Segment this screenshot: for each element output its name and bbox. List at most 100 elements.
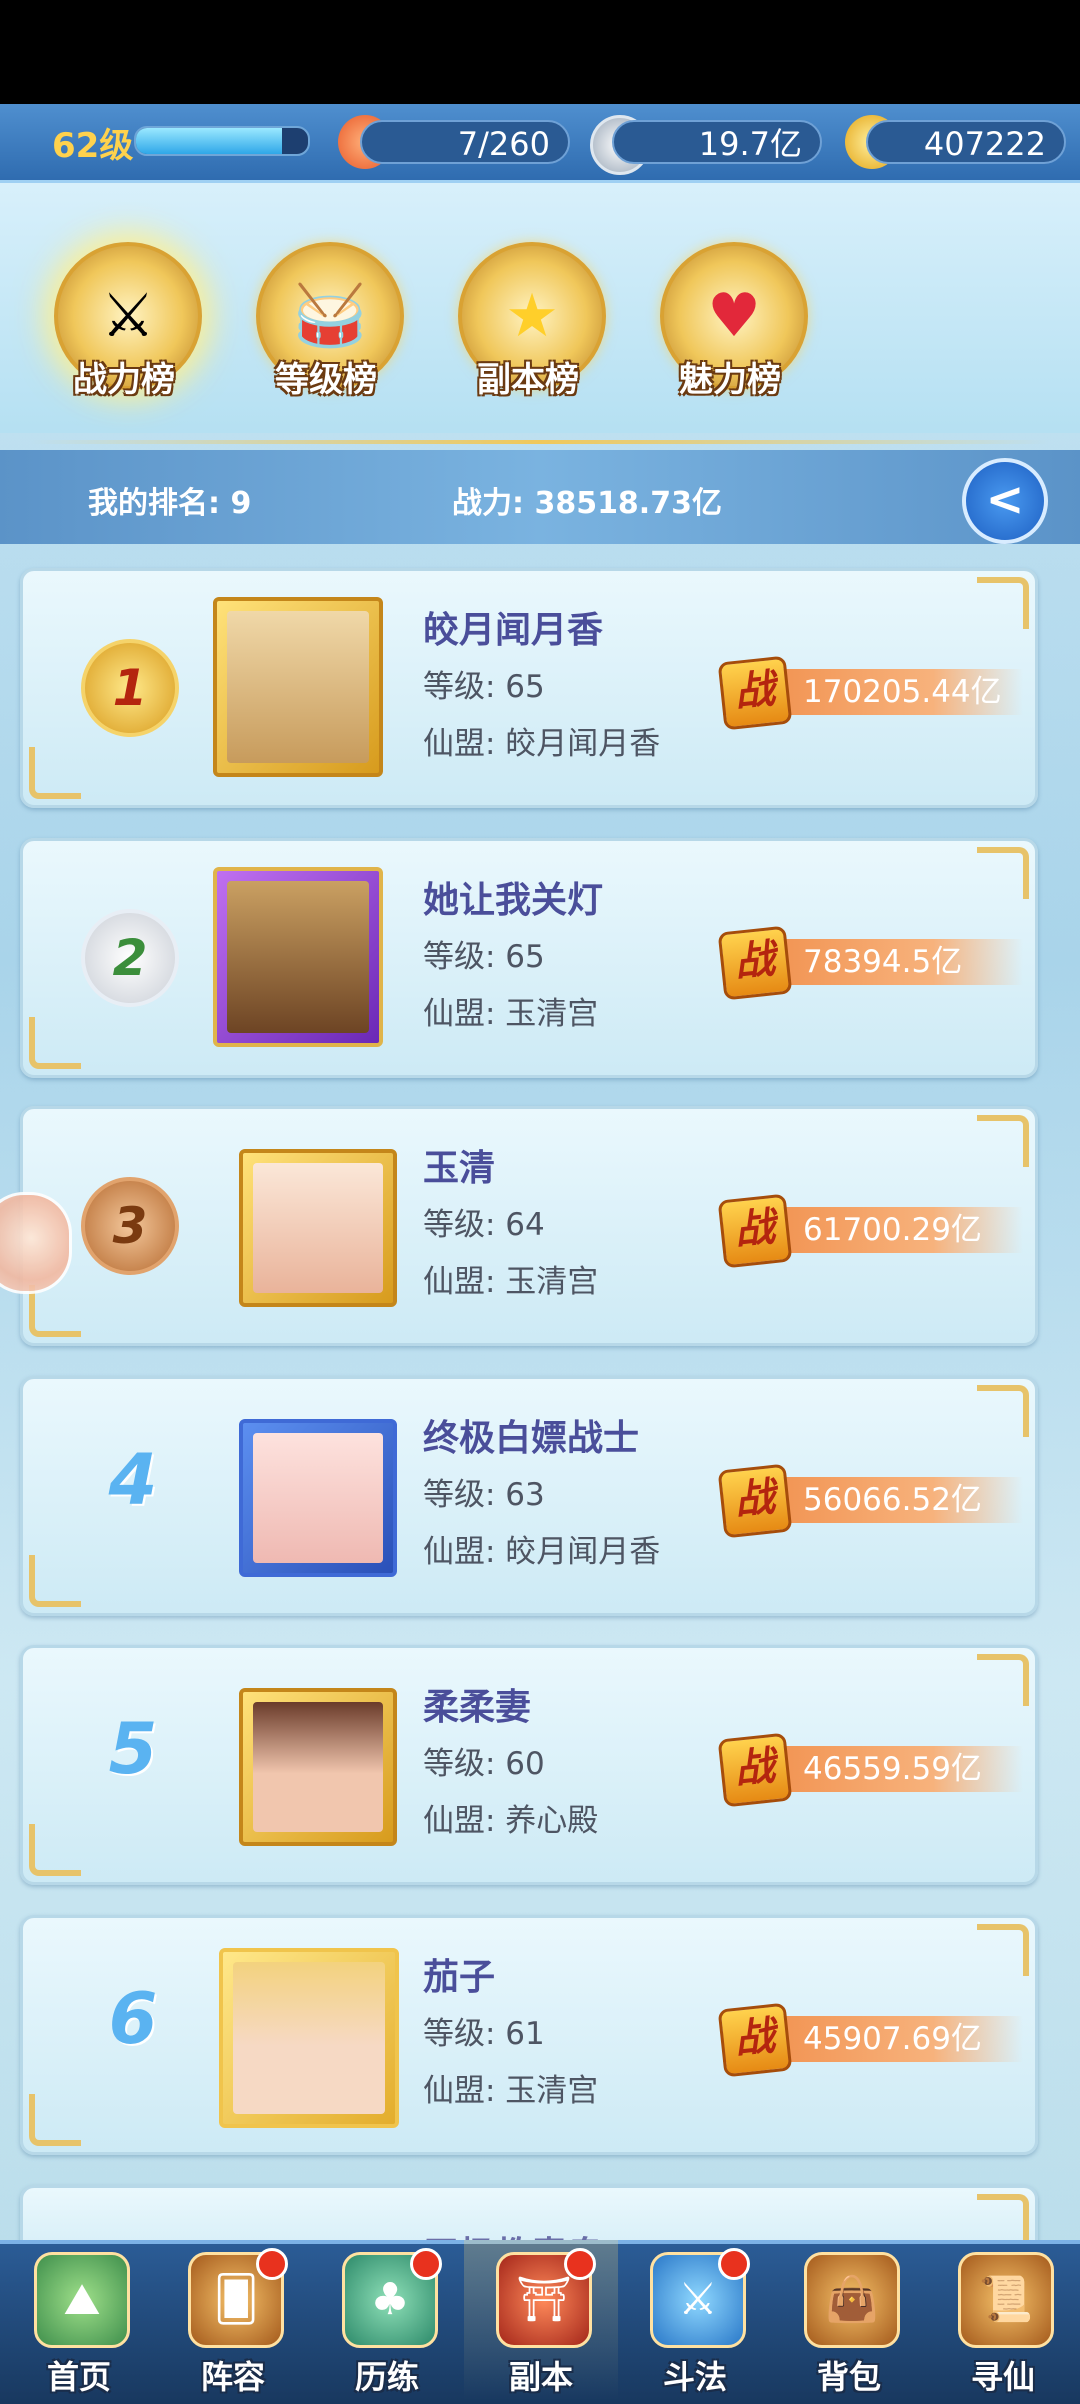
battle-badge-icon: 战 (717, 1193, 793, 1269)
avatar-portrait (253, 1433, 383, 1563)
tab-label: 战力榜 (73, 360, 175, 400)
notification-dot (718, 2248, 750, 2280)
avatar[interactable] (239, 1419, 397, 1577)
corner-ornament (977, 577, 1029, 629)
nav-home[interactable]: ⛰ 首页 (2, 2240, 156, 2400)
player-name: 柔柔妻 (423, 1687, 532, 1728)
mountain-home-icon: ⛰ (34, 2252, 130, 2348)
rank-medal-gold-icon: 1 (81, 639, 179, 737)
nav-duel[interactable]: ⚔ 斗法 (618, 2240, 772, 2400)
ranking-row[interactable]: 1 皎月闻月香 等级: 65 仙盟: 皎月闻月香 170205.44亿 战 (20, 568, 1038, 808)
gold-value[interactable]: 407222 (866, 120, 1066, 164)
avatar-portrait (233, 1962, 385, 2114)
avatar-portrait (253, 1702, 383, 1832)
ranking-row[interactable]: 4 终极白嫖战士 等级: 63 仙盟: 皎月闻月香 56066.52亿 战 (20, 1376, 1038, 1616)
back-button[interactable]: < (962, 458, 1048, 544)
nav-label: 寻仙 (970, 2358, 1035, 2396)
xp-bar-fill (136, 128, 283, 154)
player-level: 等级: 61 (423, 2016, 545, 2052)
avatar-portrait (227, 611, 369, 763)
player-level: 等级: 65 (423, 669, 545, 705)
notification-dot (256, 2248, 288, 2280)
nav-dungeon[interactable]: ⛩ 副本 (464, 2240, 618, 2400)
xp-bar (134, 126, 310, 156)
ranking-row[interactable]: 5 柔柔妻 等级: 60 仙盟: 养心殿 46559.59亿 战 (20, 1645, 1038, 1885)
tab-label: 魅力榜 (679, 360, 781, 400)
power-value: 46559.59亿 (803, 1751, 982, 1787)
power-value: 78394.5亿 (803, 944, 963, 980)
ranking-row[interactable]: 2 她让我关灯 等级: 65 仙盟: 玉清宫 78394.5亿 战 (20, 838, 1038, 1078)
player-alliance: 仙盟: 皎月闻月香 (423, 726, 661, 762)
corner-ornament (977, 1385, 1029, 1437)
corner-ornament (977, 2194, 1029, 2246)
nav-seek-immortal[interactable]: 📜 寻仙 (926, 2240, 1080, 2400)
avatar[interactable] (239, 1688, 397, 1846)
avatar[interactable] (239, 1149, 397, 1307)
corner-ornament (29, 1017, 81, 1069)
back-arrow-icon: < (985, 472, 1025, 526)
avatar[interactable] (213, 867, 383, 1047)
power-value: 45907.69亿 (803, 2021, 982, 2057)
tab-dungeon-ranking[interactable]: ★ 副本榜 (438, 232, 618, 412)
tab-label: 副本榜 (477, 360, 579, 400)
battle-badge-icon: 战 (717, 925, 793, 1001)
floating-pet-assistant[interactable] (0, 1192, 72, 1294)
status-bar (0, 0, 1080, 104)
player-level: 等级: 60 (423, 1746, 545, 1782)
player-level: 等级: 63 (423, 1477, 545, 1513)
ranking-row[interactable]: 3 玉清 等级: 64 仙盟: 玉清宫 61700.29亿 战 (20, 1106, 1038, 1346)
divider (30, 440, 1050, 444)
player-level: 等级: 65 (423, 939, 545, 975)
nav-label: 首页 (46, 2358, 111, 2396)
rank-number: 6 (108, 1978, 158, 2060)
avatar-portrait (227, 881, 369, 1033)
avatar[interactable] (213, 597, 383, 777)
player-alliance: 仙盟: 玉清宫 (423, 996, 599, 1032)
corner-ornament (977, 1924, 1029, 1976)
nav-label: 阵容 (200, 2358, 265, 2396)
tab-label: 等级榜 (275, 360, 377, 400)
my-power-text: 战力: 38518.73亿 (452, 486, 722, 521)
corner-ornament (977, 1115, 1029, 1167)
player-name: 皎月闻月香 (423, 610, 604, 651)
player-level: 62级 (52, 126, 134, 166)
stamina-value[interactable]: 7/260 (360, 120, 570, 164)
my-rank-text: 我的排名: 9 (88, 486, 252, 521)
player-alliance: 仙盟: 玉清宫 (423, 2073, 599, 2109)
tab-charm-ranking[interactable]: ♥ 魅力榜 (640, 232, 820, 412)
nav-label: 背包 (816, 2358, 881, 2396)
tab-power-ranking[interactable]: ⚔ 战力榜 (34, 232, 214, 412)
tab-level-ranking[interactable]: 🥁 等级榜 (236, 232, 416, 412)
player-name: 她让我关灯 (423, 880, 604, 921)
nav-bag[interactable]: 👜 背包 (772, 2240, 926, 2400)
nav-label: 历练 (354, 2358, 419, 2396)
silver-value[interactable]: 19.7亿 (612, 120, 822, 164)
player-level: 等级: 64 (423, 1207, 545, 1243)
avatar-portrait (253, 1163, 383, 1293)
player-alliance: 仙盟: 养心殿 (423, 1803, 599, 1839)
nav-lineup[interactable]: 🂠 阵容 (156, 2240, 310, 2400)
corner-ornament (29, 747, 81, 799)
rank-number: 4 (108, 1439, 158, 1521)
corner-ornament (977, 847, 1029, 899)
notification-dot (410, 2248, 442, 2280)
ranking-row[interactable]: 6 茄子 等级: 61 仙盟: 玉清宫 45907.69亿 战 (20, 1915, 1038, 2155)
player-name: 玉清 (423, 1148, 496, 1189)
corner-ornament (29, 2094, 81, 2146)
notification-dot (564, 2248, 596, 2280)
power-value: 56066.52亿 (803, 1482, 982, 1518)
battle-badge-icon: 战 (717, 2002, 793, 2078)
nav-training[interactable]: ♣ 历练 (310, 2240, 464, 2400)
corner-ornament (29, 1824, 81, 1876)
bag-icon: 👜 (804, 2252, 900, 2348)
corner-ornament (29, 1555, 81, 1607)
nav-label: 斗法 (662, 2358, 727, 2396)
battle-badge-icon: 战 (717, 1463, 793, 1539)
battle-badge-icon: 战 (717, 1732, 793, 1808)
scroll-icon: 📜 (958, 2252, 1054, 2348)
player-alliance: 仙盟: 皎月闻月香 (423, 1534, 661, 1570)
power-value: 61700.29亿 (803, 1212, 982, 1248)
battle-badge-icon: 战 (717, 655, 793, 731)
player-name: 终极白嫖战士 (423, 1418, 640, 1459)
avatar[interactable] (219, 1948, 399, 2128)
